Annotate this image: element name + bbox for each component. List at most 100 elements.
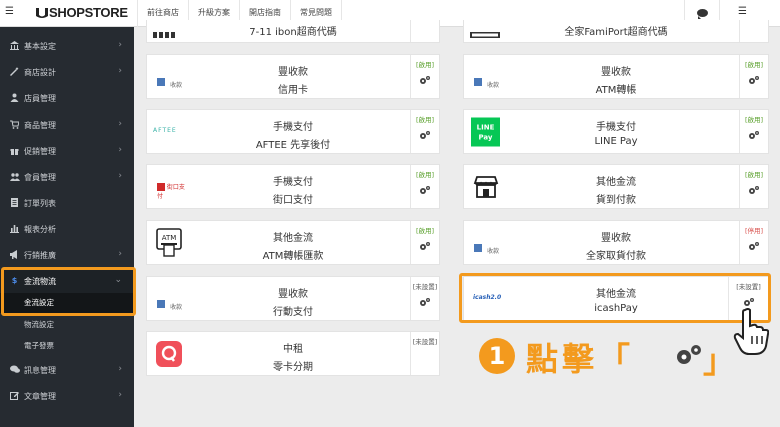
sidebar-item-label: 文章管理 (24, 392, 56, 401)
logo-mark-icon (35, 6, 49, 18)
chevron-right-icon: › (118, 364, 122, 374)
sidebar-item-label: 商品管理 (24, 121, 56, 130)
status-badge: [未設置] (412, 283, 438, 291)
sidebar-item-messages[interactable]: 訊息管理 › (0, 358, 134, 382)
chevron-right-icon: › (118, 119, 122, 129)
payment-card-subtitle: 全家FamiPort超商代碼 (564, 27, 668, 38)
status-badge: [未設置] (412, 338, 438, 346)
status-column: [未設置] (410, 332, 439, 375)
sidebar-subitem-e-invoice[interactable]: 電子發票 (0, 336, 134, 356)
status-column (410, 20, 439, 42)
payment-card-atm-transfer: 收款 豐收款 ATM轉帳 [啟用] (463, 54, 769, 99)
shouhuan-logo-icon: 收款 (157, 72, 187, 89)
menu-toggle-icon[interactable]: ☰ (5, 6, 14, 17)
settings-gear-icon[interactable] (419, 130, 431, 140)
sidebar-item-label: 基本設定 (24, 42, 56, 51)
atm-icon: ATM (156, 227, 182, 258)
megaphone-icon (10, 250, 19, 259)
chat-icon (10, 365, 20, 374)
sidebar-item-members[interactable]: 會員管理 › (0, 165, 134, 189)
logo-text: 收款 (170, 303, 183, 311)
sidebar-item-articles[interactable]: 文章管理 › (0, 384, 134, 408)
user-icon (10, 93, 19, 102)
payment-card-subtitle: ATM轉帳匯款 (262, 251, 324, 262)
sidebar-item-label: 訂單列表 (24, 199, 56, 208)
payment-card-title: 手機支付 (596, 122, 636, 133)
sidebar-item-label: 店員管理 (24, 94, 56, 103)
status-column: [啟用] (410, 110, 439, 153)
payment-card-zingala: 中租 零卡分期 [未設置] (146, 331, 440, 376)
document-icon (10, 198, 19, 207)
sidebar-item-reports[interactable]: 報表分析 (0, 217, 134, 241)
pointer-hand-icon (733, 308, 770, 356)
settings-gear-icon[interactable] (748, 241, 760, 251)
line-pay-logo: LINE Pay (471, 117, 500, 146)
status-column: [啟用] (410, 221, 439, 264)
step-number-badge: 1 (479, 338, 515, 374)
settings-gear-icon[interactable] (419, 241, 431, 251)
famiport-logo-icon (470, 25, 500, 38)
payment-card-subtitle: 行動支付 (273, 307, 313, 318)
payment-card-subtitle: LINE Pay (594, 136, 638, 147)
settings-gear-icon[interactable] (748, 75, 760, 85)
logo-text: 收款 (487, 81, 500, 89)
sidebar-item-staff[interactable]: 店員管理 (0, 86, 134, 110)
chevron-right-icon: › (118, 66, 122, 76)
zingala-logo-icon (156, 340, 182, 367)
sidebar-item-products[interactable]: 商品管理 › (0, 113, 134, 137)
settings-gear-icon[interactable] (419, 185, 431, 195)
instruction-close-bracket: 」 (703, 342, 736, 380)
users-icon (10, 172, 20, 181)
sidebar-item-label: 商店設計 (24, 68, 56, 77)
settings-gear-icon[interactable] (419, 75, 431, 85)
payment-card-title: 豐收款 (278, 67, 308, 78)
sidebar: 基本設定 › 商店設計 › 店員管理 商品管理 › 促銷管理 › 會員管理 › (0, 27, 134, 427)
settings-gear-icon[interactable] (748, 185, 760, 195)
payment-card-famiport: 全家FamiPort超商代碼 (463, 20, 769, 43)
brand-logo[interactable]: SHOPSTORE (35, 5, 128, 20)
status-column: [未設置] (410, 277, 439, 320)
atm-icon-text: ATM (162, 234, 177, 242)
status-column: [啟用] (739, 110, 768, 153)
payment-card-atm-remittance: ATM 其他金流 ATM轉帳匯款 [啟用] (146, 220, 440, 265)
settings-gear-icon[interactable] (419, 297, 431, 307)
status-column: [啟用] (410, 165, 439, 208)
payment-card-family-pickup-pay: 收款 豐收款 全家取貨付款 [停用] (463, 220, 769, 265)
status-badge: [啟用] (415, 171, 435, 179)
icashpay-highlight (459, 273, 771, 323)
sidebar-subitem-logistics-settings[interactable]: 物流設定 (0, 315, 134, 335)
payment-card-subtitle: 全家取貨付款 (586, 251, 646, 262)
gift-icon (10, 146, 19, 155)
store-icon (473, 175, 499, 199)
aftee-logo: AFTEE (153, 126, 177, 134)
sidebar-item-store-design[interactable]: 商店設計 › (0, 60, 134, 84)
payment-card-title: 豐收款 (601, 67, 631, 78)
payment-card-title: 中租 (283, 344, 303, 355)
chat-bubble-icon (697, 9, 708, 19)
status-badge: [停用] (744, 227, 764, 235)
payment-card-subtitle: AFTEE 先享後付 (255, 140, 331, 151)
logo-text: SHOPSTORE (49, 5, 128, 20)
magic-wand-icon (10, 67, 19, 76)
jkopay-logo: 街口支付 (157, 182, 187, 200)
sidebar-item-basic-settings[interactable]: 基本設定 › (0, 34, 134, 58)
shouhuan-logo-icon: 收款 (157, 294, 187, 311)
instruction-text: 點擊「 (526, 334, 634, 380)
sidebar-item-promotions[interactable]: 促銷管理 › (0, 139, 134, 163)
menu-list-icon[interactable]: ☰ (738, 6, 747, 17)
payment-card-title: 其他金流 (273, 233, 313, 244)
status-badge: [啟用] (415, 61, 435, 69)
payment-card-711-ibon: 7-11 ibon超商代碼 (146, 20, 440, 43)
settings-gear-icon[interactable] (748, 130, 760, 140)
edit-icon (10, 391, 19, 400)
sidebar-item-label: 訊息管理 (24, 366, 56, 375)
chevron-right-icon: › (118, 40, 122, 50)
sidebar-item-marketing[interactable]: 行銷推廣 › (0, 243, 134, 267)
status-badge: [啟用] (744, 61, 764, 69)
payment-card-subtitle: 信用卡 (278, 85, 308, 96)
payment-card-aftee: AFTEE 手機支付 AFTEE 先享後付 [啟用] (146, 109, 440, 154)
sidebar-item-label: 會員管理 (24, 173, 56, 182)
sidebar-item-orders[interactable]: 訂單列表 (0, 191, 134, 215)
status-badge: [啟用] (744, 116, 764, 124)
chevron-right-icon: › (118, 145, 122, 155)
